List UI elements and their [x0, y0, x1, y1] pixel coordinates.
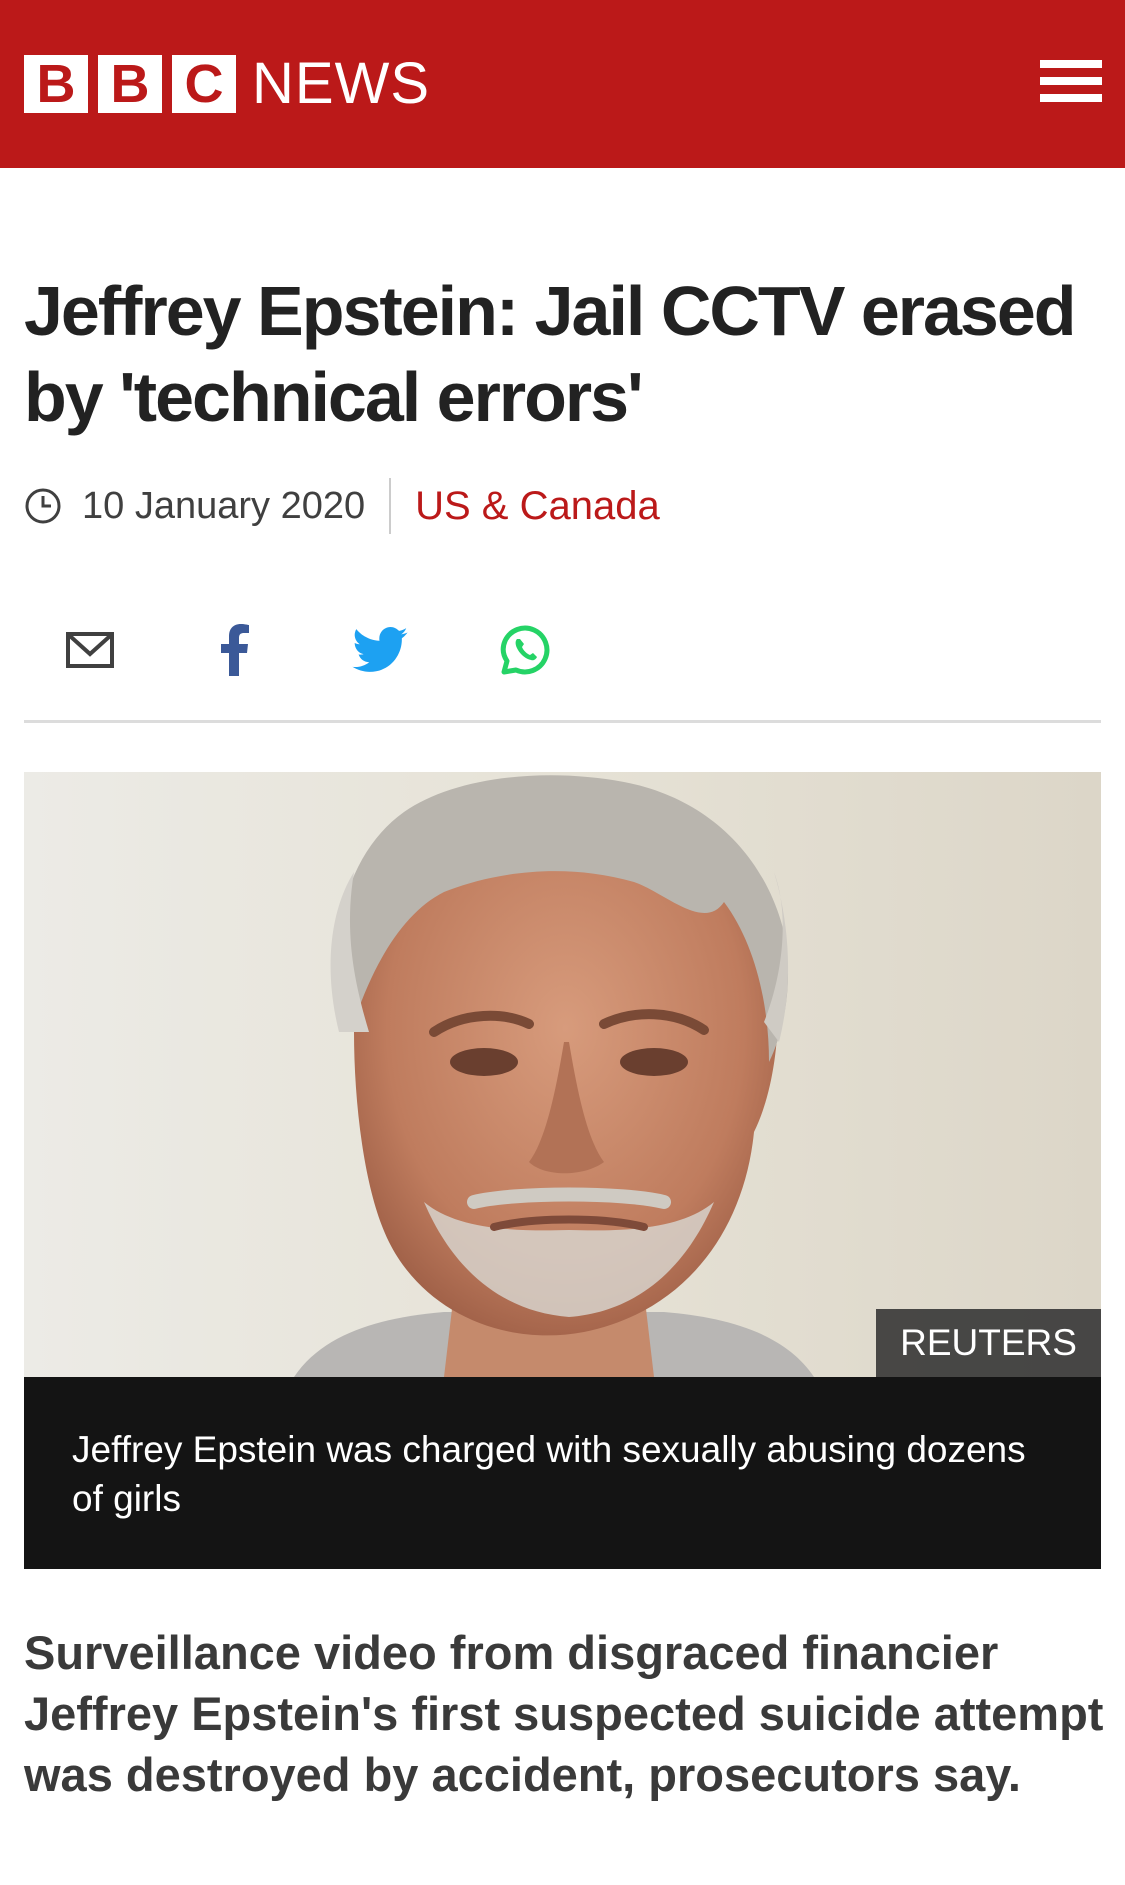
- bbc-news-logo[interactable]: B B C NEWS: [24, 55, 430, 113]
- meta-divider: [389, 478, 392, 534]
- clock-icon: [25, 488, 61, 524]
- email-icon[interactable]: [60, 620, 120, 680]
- hamburger-menu-icon[interactable]: [1040, 60, 1102, 110]
- article-date: 10 January 2020: [82, 484, 366, 527]
- divider-rule: [24, 720, 1101, 723]
- article-figure: REUTERS Jeffrey Epstein was charged with…: [24, 772, 1101, 1569]
- logo-letter-b1: B: [24, 55, 88, 113]
- section-link[interactable]: US & Canada: [415, 484, 660, 529]
- article-intro: Surveillance video from disgraced financ…: [24, 1626, 1104, 1801]
- share-bar: [60, 620, 555, 680]
- image-caption: Jeffrey Epstein was charged with sexuall…: [24, 1377, 1101, 1569]
- image-credit: REUTERS: [876, 1309, 1101, 1377]
- article-photo: REUTERS: [24, 772, 1101, 1377]
- logo-word-news: NEWS: [252, 51, 430, 116]
- twitter-icon[interactable]: [350, 620, 410, 680]
- logo-letter-c: C: [172, 55, 236, 113]
- portrait-illustration: [24, 772, 1101, 1377]
- article-meta: 10 January 2020 US & Canada: [24, 478, 660, 534]
- site-header: B B C NEWS: [0, 0, 1125, 168]
- article-headline: Jeffrey Epstein: Jail CCTV erased by 'te…: [24, 272, 1077, 436]
- logo-letter-b2: B: [98, 55, 162, 113]
- whatsapp-icon[interactable]: [495, 620, 555, 680]
- facebook-icon[interactable]: [205, 620, 265, 680]
